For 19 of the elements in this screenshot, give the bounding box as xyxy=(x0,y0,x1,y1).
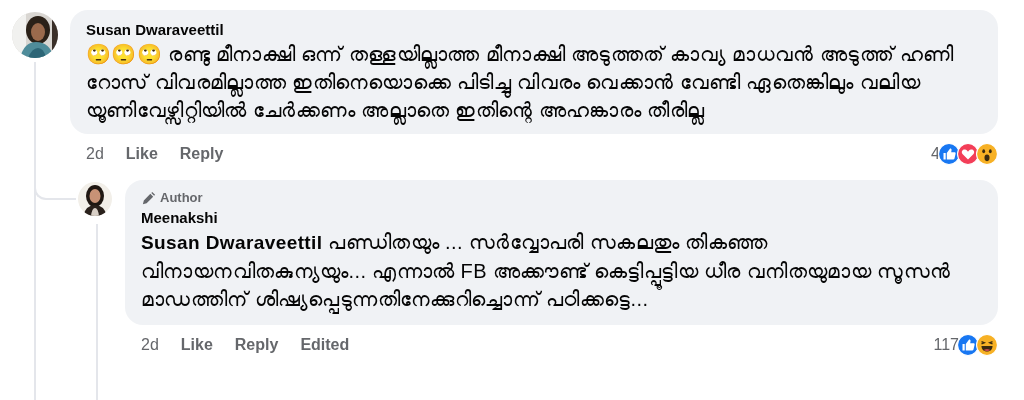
action-link[interactable]: Like xyxy=(180,336,213,354)
timestamp: 2d xyxy=(141,336,159,354)
action-link[interactable]: Reply xyxy=(179,145,224,163)
laughing-face-icon xyxy=(976,334,998,356)
like-icon xyxy=(957,334,979,356)
reaction-count[interactable]: 4 xyxy=(931,145,940,163)
reply-text: Susan Dwaraveettil പണ്ഡിതയും ... സർവ്വോപരി സകലതും തികഞ്ഞ വിനായനവിതകുന്യയും... എന്നാൽ FB അക്കൗണ്ട് കെട്ടിപ്പൂട്ടിയ ധീര വനിതയുമായ സൂസൻ മാഡത്തിന് ശിഷ്യപ്പെടുന്നതിനേക്കുറിച്ചൊന്ന് പഠിക്കട്ടെ... xyxy=(141,228,986,313)
pen-icon xyxy=(141,190,156,206)
action-link[interactable]: Reply xyxy=(234,336,279,354)
action-link[interactable]: Like xyxy=(125,145,158,163)
surprised-face-icon xyxy=(976,143,998,165)
comment-text: 🙄🙄🙄 രണ്ടു മീനാക്ഷി ഒന്ന് തള്ളയില്ലാത്ത മീനാക്ഷി അടുത്തത് കാവ്യ മാധവൻ അടുത്ത് ഹണി റോസ് വിവരമില്ലാത്ത ഇതിനെയൊക്കെ പിടിച്ചു വിവരം വെക്കാൻ വേണ്ടി ഏതെങ്കിലും വലിയ യൂണിവേഴ്സിറ്റിയിൽ ചേർക്കണം അല്ലാതെ ഇതിന്റെ അഹങ്കാരം തീരില്ല xyxy=(86,40,986,124)
action-link[interactable]: Edited xyxy=(300,336,350,354)
author-name[interactable]: Meenakshi xyxy=(141,208,986,228)
like-icon xyxy=(938,143,960,165)
author-name[interactable]: Susan Dwaraveettil xyxy=(86,20,986,40)
timestamp: 2d xyxy=(86,145,104,163)
author-label: Author xyxy=(160,189,203,207)
reaction-count[interactable]: 117 xyxy=(933,336,959,354)
